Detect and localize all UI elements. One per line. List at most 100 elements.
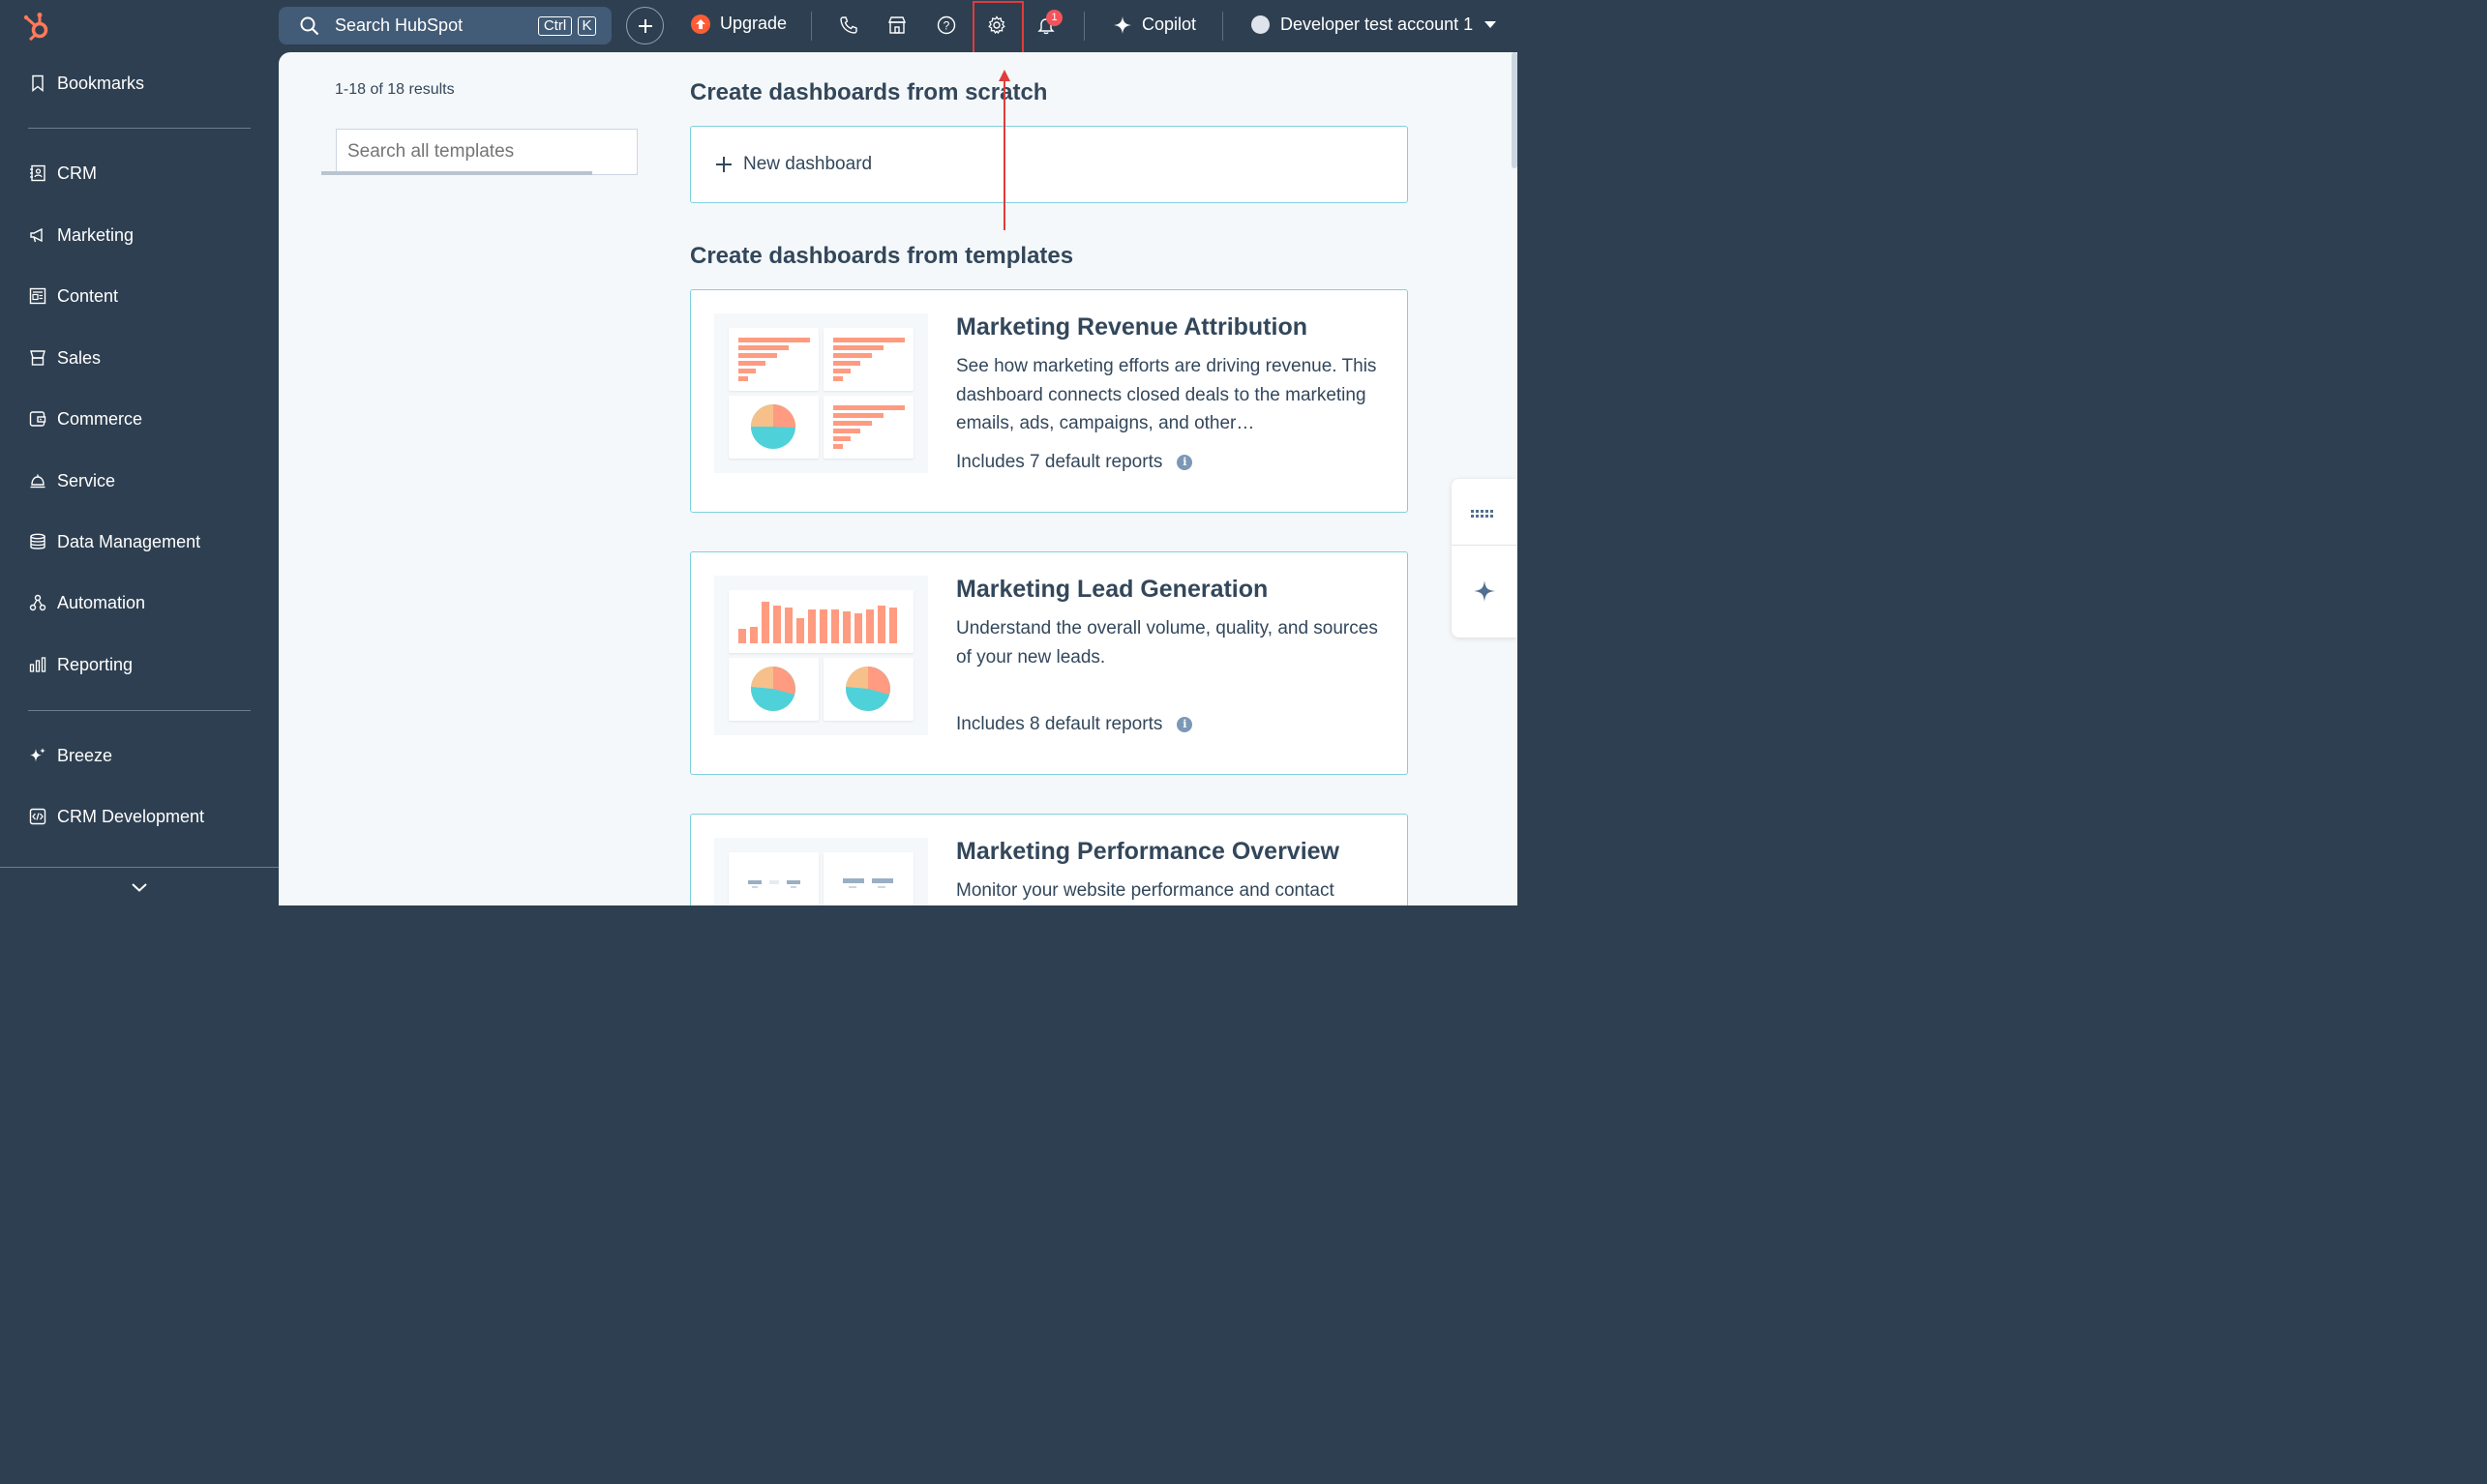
help-question-icon[interactable]: ? xyxy=(935,14,958,37)
preview-metric-tile xyxy=(729,852,819,905)
sidebar-item-content[interactable]: Content xyxy=(29,284,118,308)
sidebar-item-automation[interactable]: Automation xyxy=(29,591,145,614)
card-report-count: Includes 7 default reports i xyxy=(956,452,1193,473)
scrollbar[interactable] xyxy=(1512,52,1517,168)
code-icon xyxy=(29,808,46,825)
template-card-revenue-attribution[interactable]: Marketing Revenue Attribution See how ma… xyxy=(690,289,1408,513)
sparkle-icon xyxy=(30,748,45,762)
sidebar: Bookmarks CRM Marketing Content Sales Co… xyxy=(0,52,279,905)
card-description: See how marketing efforts are driving re… xyxy=(956,356,1377,433)
sidebar-item-label: Automation xyxy=(57,592,146,612)
sidebar-item-label: Marketing xyxy=(57,224,135,245)
info-icon[interactable]: i xyxy=(1177,717,1193,732)
sidebar-item-data-management[interactable]: Data Management xyxy=(29,530,200,553)
sidebar-item-crm-development[interactable]: CRM Development xyxy=(29,805,204,828)
calling-phone-icon[interactable] xyxy=(837,14,860,37)
sidebar-item-label: Service xyxy=(57,470,116,490)
preview-pie-chart xyxy=(729,658,819,721)
copilot-label: Copilot xyxy=(1142,15,1197,34)
database-icon xyxy=(30,533,45,549)
preview-bar-chart xyxy=(824,396,914,459)
sidebar-item-reporting[interactable]: Reporting xyxy=(29,653,133,676)
card-description: Understand the overall volume, quality, … xyxy=(956,618,1378,668)
floating-helper-widget xyxy=(1452,479,1517,638)
grid-dots-icon[interactable] xyxy=(1471,507,1498,524)
sidebar-item-label: Bookmarks xyxy=(57,73,145,93)
create-new-button[interactable] xyxy=(626,7,664,45)
bookmark-icon xyxy=(32,74,44,92)
sidebar-divider xyxy=(28,710,251,711)
sales-icon xyxy=(30,350,45,366)
annotation-arrow-head xyxy=(999,70,1010,81)
shortcut-k-key: K xyxy=(578,16,596,36)
upgrade-label: Upgrade xyxy=(720,14,788,33)
sidebar-item-label: CRM xyxy=(57,163,97,183)
svg-text:?: ? xyxy=(944,19,950,33)
copilot-button[interactable]: Copilot xyxy=(1113,15,1196,35)
search-label: Search HubSpot xyxy=(335,15,464,35)
results-count: 1-18 of 18 results xyxy=(335,81,455,98)
card-title: Marketing Performance Overview xyxy=(956,838,1339,865)
sidebar-item-crm[interactable]: CRM xyxy=(29,162,97,185)
preview-column-chart xyxy=(729,590,914,653)
main-content: 1-18 of 18 results Create dashboards fro… xyxy=(279,52,1517,905)
sidebar-item-sales[interactable]: Sales xyxy=(29,346,101,370)
preview-bar-chart xyxy=(729,328,819,391)
megaphone-icon xyxy=(30,227,43,243)
sidebar-item-label: Data Management xyxy=(57,531,201,551)
sidebar-item-breeze[interactable]: Breeze xyxy=(29,744,112,767)
global-search-input[interactable]: Search HubSpot Ctrl K xyxy=(279,7,612,45)
sidebar-item-label: Content xyxy=(57,285,119,306)
annotation-arrow-line xyxy=(1004,77,1005,230)
bar-chart-icon xyxy=(29,657,46,672)
account-name: Developer test account 1 xyxy=(1280,15,1474,34)
new-dashboard-button[interactable]: New dashboard xyxy=(690,126,1408,203)
template-preview-thumbnail xyxy=(714,838,928,905)
template-search-input[interactable] xyxy=(336,129,638,175)
sidebar-divider xyxy=(28,128,251,129)
toolbar-divider xyxy=(811,12,812,41)
sidebar-item-marketing[interactable]: Marketing xyxy=(29,223,134,247)
marketplace-store-icon[interactable] xyxy=(885,14,909,37)
top-navigation-bar: Search HubSpot Ctrl K Upgrade ? 1 Copilo… xyxy=(0,0,1517,55)
toolbar-divider xyxy=(1084,12,1085,41)
account-menu[interactable]: Developer test account 1 xyxy=(1251,15,1497,35)
sidebar-item-commerce[interactable]: Commerce xyxy=(29,407,142,430)
card-title: Marketing Revenue Attribution xyxy=(956,313,1307,341)
card-report-count: Includes 8 default reports i xyxy=(956,714,1193,735)
settings-highlight-box xyxy=(973,1,1024,55)
preview-pie-chart xyxy=(729,396,819,459)
template-preview-thumbnail xyxy=(714,576,928,735)
plus-icon xyxy=(638,18,652,33)
shortcut-ctrl-key: Ctrl xyxy=(538,16,572,36)
sidebar-item-label: Sales xyxy=(57,347,102,368)
commerce-icon xyxy=(29,411,46,427)
contacts-icon xyxy=(30,164,45,182)
sidebar-item-service[interactable]: Service xyxy=(29,469,115,492)
sidebar-item-label: CRM Development xyxy=(57,806,205,826)
content-icon xyxy=(29,287,46,305)
template-card-lead-generation[interactable]: Marketing Lead Generation Understand the… xyxy=(690,551,1408,775)
chevron-down-icon xyxy=(1484,21,1497,28)
upgrade-button[interactable]: Upgrade xyxy=(691,14,787,34)
horizontal-scrollbar[interactable] xyxy=(321,171,592,175)
avatar xyxy=(1251,15,1270,34)
preview-metric-tile xyxy=(824,852,914,905)
card-title: Marketing Lead Generation xyxy=(956,576,1269,603)
info-icon[interactable]: i xyxy=(1177,455,1193,470)
templates-heading: Create dashboards from templates xyxy=(690,243,1074,269)
card-description: Monitor your website performance and con… xyxy=(956,880,1334,901)
sidebar-expand-button[interactable] xyxy=(0,867,279,905)
template-preview-thumbnail xyxy=(714,313,928,473)
toolbar-divider xyxy=(1222,12,1223,41)
new-dashboard-label: New dashboard xyxy=(743,154,873,174)
template-card-performance-overview[interactable]: Marketing Performance Overview Monitor y… xyxy=(690,814,1408,905)
preview-pie-chart xyxy=(824,658,914,721)
hubspot-logo-icon[interactable] xyxy=(21,9,56,44)
preview-bar-chart xyxy=(824,328,914,391)
search-icon xyxy=(300,16,319,35)
scratch-heading: Create dashboards from scratch xyxy=(690,79,1048,105)
sidebar-item-bookmarks[interactable]: Bookmarks xyxy=(29,72,144,95)
automation-icon xyxy=(29,594,46,611)
sparkle-icon[interactable] xyxy=(1473,579,1496,608)
